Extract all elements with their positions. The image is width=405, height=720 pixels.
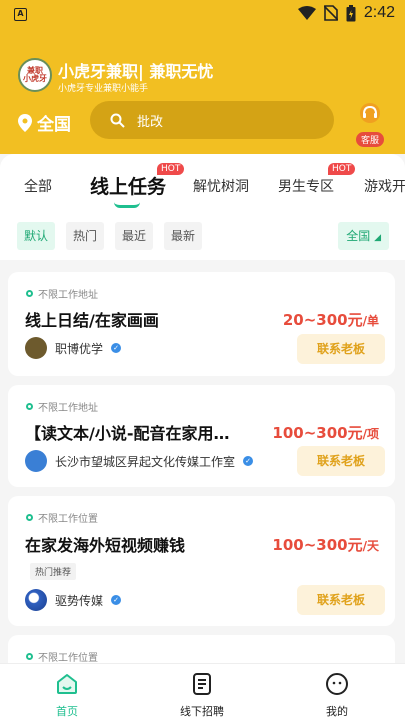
contact-boss-button[interactable]: 联系老板 (297, 585, 385, 615)
nav-mine[interactable]: 我的 (297, 672, 377, 719)
tab-all[interactable]: 全部 (24, 176, 52, 196)
tab-male-zone[interactable]: 男生专区 (278, 176, 334, 196)
category-tabs: 全部 线上任务 HOT 解忧树洞 男生专区 HOT 游戏开 (0, 154, 405, 214)
bottom-navigation: 首页 线下招聘 我的 (0, 663, 405, 720)
company-info: 职博优学 ✓ (25, 337, 122, 359)
company-avatar (25, 589, 47, 611)
job-salary: 20~300元/单 (282, 311, 379, 329)
company-info: 长沙市望城区昇起文化传媒工作室 ✓ (25, 450, 254, 472)
job-card[interactable]: 不限工作位置 在家发海外短视频赚钱 100~300元/天 热门推荐 驱势传媒 ✓… (8, 496, 395, 626)
job-card[interactable]: 不限工作地址 线上日结/在家画画 20~300元/单 职博优学 ✓ 联系老板 (8, 272, 395, 376)
contact-boss-button[interactable]: 联系老板 (297, 446, 385, 476)
company-name: 驱势传媒 (55, 593, 104, 608)
app-title: 小虎牙兼职| 兼职无忧 (58, 62, 214, 81)
app-logo: 兼职 小虎牙 (18, 58, 52, 92)
customer-service-button[interactable]: 客服 (350, 102, 390, 147)
app-header: 兼职 小虎牙 小虎牙兼职| 兼职无忧 小虎牙专业兼职小能手 全国 批改 客服 (0, 30, 405, 154)
active-tab-indicator (114, 202, 140, 208)
filter-hot[interactable]: 热门 (66, 222, 105, 250)
company-name: 职博优学 (55, 341, 104, 356)
app-subtitle: 小虎牙专业兼职小能手 (58, 84, 149, 94)
status-icons: 2:42 (297, 4, 395, 22)
filter-default[interactable]: 默认 (17, 222, 56, 250)
home-icon (57, 674, 77, 694)
job-title: 【读文本/小说-配音在家用… (25, 424, 230, 443)
hot-badge: HOT (328, 163, 356, 175)
job-card[interactable]: 不限工作地址 【读文本/小说-配音在家用… 100~300元/项 长沙市望城区昇… (8, 385, 395, 487)
verified-icon: ✓ (111, 595, 122, 605)
company-info: 驱势传媒 ✓ (25, 589, 122, 611)
region-label: 全国 (346, 229, 371, 243)
location-dot-icon (26, 653, 33, 660)
job-title: 在家发海外短视频赚钱 (25, 536, 186, 555)
filter-recent[interactable]: 最近 (115, 222, 154, 250)
location-dot-icon (26, 403, 33, 410)
nav-offline-recruit-label: 线下招聘 (180, 705, 224, 718)
city-selector[interactable]: 全国 (18, 110, 71, 135)
city-label: 全国 (37, 115, 71, 135)
tab-tree-hole[interactable]: 解忧树洞 (193, 176, 249, 196)
filter-bar: 默认 热门 最近 最新 全国 ◢ (0, 214, 405, 260)
company-name: 长沙市望城区昇起文化传媒工作室 (55, 454, 236, 469)
location-dot-icon (26, 514, 33, 521)
location-dot-icon (26, 290, 33, 297)
face-icon (326, 673, 348, 695)
document-icon (193, 673, 211, 695)
job-location: 不限工作位置 (26, 510, 98, 525)
nav-home-label: 首页 (56, 705, 78, 718)
location-pin-icon (18, 113, 32, 132)
job-location: 不限工作地址 (26, 399, 98, 414)
app-notification-icon: A (14, 8, 27, 21)
job-salary: 100~300元/天 (272, 536, 379, 554)
job-title: 线上日结/在家画画 (25, 311, 159, 330)
job-location: 不限工作地址 (26, 286, 98, 301)
verified-icon: ✓ (111, 343, 122, 353)
verified-icon: ✓ (243, 456, 254, 466)
tab-online-tasks[interactable]: 线上任务 (90, 172, 166, 199)
company-avatar (25, 450, 47, 472)
contact-boss-button[interactable]: 联系老板 (297, 334, 385, 364)
dropdown-corner-icon: ◢ (374, 233, 381, 243)
hot-badge: HOT (157, 163, 185, 175)
wifi-icon (297, 6, 316, 20)
battery-icon (346, 4, 356, 21)
status-bar: A 2:42 (0, 0, 405, 30)
region-filter[interactable]: 全国 ◢ (338, 222, 389, 250)
search-bar[interactable]: 批改 (90, 101, 334, 139)
service-label: 客服 (355, 132, 384, 147)
company-avatar (25, 337, 47, 359)
search-placeholder: 批改 (137, 114, 164, 130)
clock: 2:42 (363, 4, 395, 21)
job-tag: 热门推荐 (30, 563, 77, 580)
job-location: 不限工作位置 (26, 649, 98, 664)
job-salary: 100~300元/项 (272, 424, 379, 442)
search-icon (110, 113, 125, 128)
no-sim-icon (323, 5, 338, 21)
filter-newest[interactable]: 最新 (164, 222, 203, 250)
nav-offline-recruit[interactable]: 线下招聘 (162, 672, 242, 719)
nav-home[interactable]: 首页 (27, 672, 107, 719)
headset-icon (360, 103, 380, 123)
nav-mine-label: 我的 (326, 705, 348, 718)
tab-games[interactable]: 游戏开 (364, 176, 405, 196)
